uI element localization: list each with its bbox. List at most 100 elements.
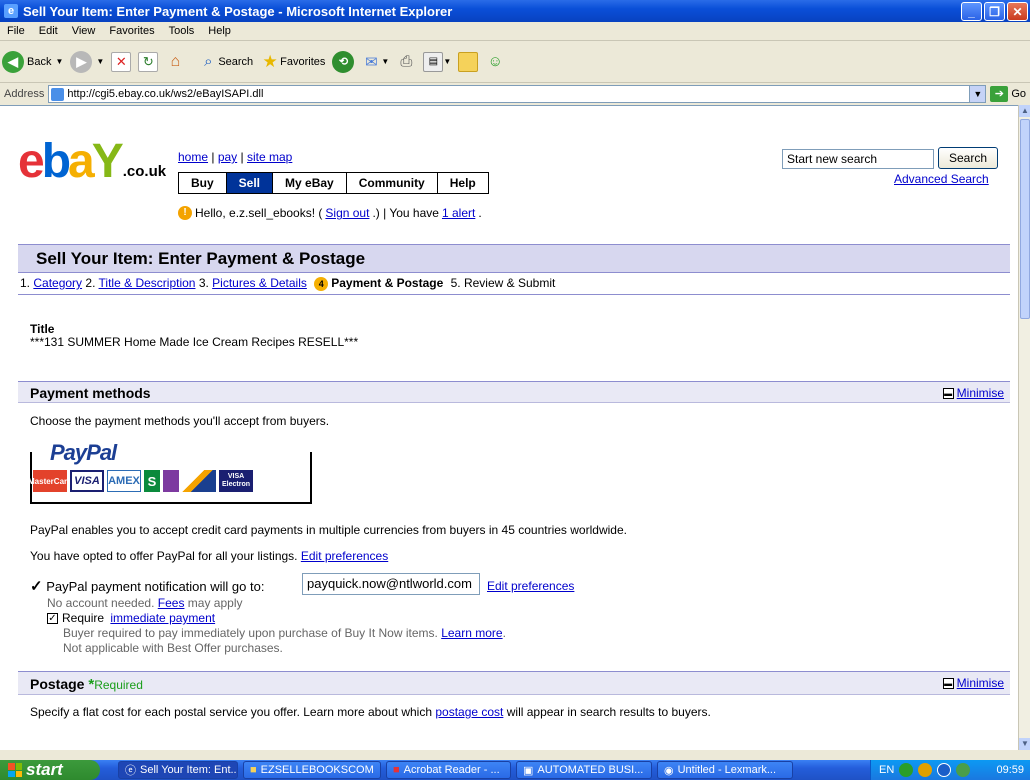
system-tray: EN 09:59	[870, 760, 1030, 780]
tray-icon[interactable]	[937, 763, 952, 777]
maximize-window-button[interactable]: ❐	[984, 2, 1005, 21]
tab-community[interactable]: Community	[346, 173, 438, 193]
minimize-window-button[interactable]: _	[961, 2, 982, 21]
tray-icon[interactable]	[956, 763, 971, 777]
refresh-button[interactable]: ↻	[138, 51, 159, 72]
edit-button[interactable]: ▤ ▼	[423, 51, 451, 72]
go-button[interactable]: ➔ Go	[990, 86, 1030, 102]
fees-link[interactable]: Fees	[158, 596, 185, 610]
edit-preferences-email-link[interactable]: Edit preferences	[487, 579, 574, 593]
page-icon	[51, 87, 65, 101]
back-button[interactable]: ◀ Back ▼	[2, 50, 64, 73]
taskbar-item-lexmark[interactable]: ◉ Untitled - Lexmark...	[657, 761, 793, 779]
required-label: Required	[94, 678, 143, 692]
buyer-required-text: Buyer required to pay immediately upon p…	[63, 626, 438, 640]
postage-cost-link[interactable]: postage cost	[435, 705, 503, 719]
tab-sell[interactable]: Sell	[226, 173, 274, 193]
tab-buy[interactable]: Buy	[179, 173, 227, 193]
scroll-up-icon[interactable]: ▲	[1019, 105, 1030, 117]
require-label: Require	[62, 611, 105, 625]
switch-icon: S	[144, 470, 160, 492]
taskbar-item-acrobat-label: Acrobat Reader - ...	[403, 764, 500, 776]
tray-icon[interactable]	[899, 763, 914, 777]
chevron-down-icon: ▼	[55, 57, 64, 66]
site-map-link[interactable]: site map	[247, 150, 292, 164]
stop-icon: ✕	[111, 51, 132, 72]
pay-link[interactable]: pay	[218, 150, 237, 164]
tab-help[interactable]: Help	[437, 173, 488, 193]
edit-preferences-link[interactable]: Edit preferences	[301, 549, 388, 563]
print-button[interactable]: ⎙	[396, 52, 416, 72]
favorites-button[interactable]: ★ Favorites	[260, 52, 326, 72]
close-window-button[interactable]: ✕	[1007, 2, 1028, 21]
learn-more-link[interactable]: Learn more	[441, 626, 502, 640]
taskbar-item-ie[interactable]: ⓔ Sell Your Item: Ent...	[118, 761, 238, 779]
page-viewport: ebaY .co.uk home | pay | site map Buy Se…	[0, 105, 1018, 750]
window-titlebar[interactable]: e Sell Your Item: Enter Payment & Postag…	[0, 0, 1030, 22]
windows-flag-icon	[8, 763, 22, 777]
payment-methods-heading: Payment methods	[30, 385, 151, 401]
search-submit-button[interactable]: Search	[938, 147, 998, 169]
search-icon: ⌕	[204, 53, 213, 70]
payment-minimise-button[interactable]: ▬ Minimise	[942, 386, 1004, 400]
stop-button[interactable]: ✕	[111, 51, 132, 72]
acrobat-icon: ■	[393, 764, 400, 776]
step-title-description-link[interactable]: Title & Description	[99, 276, 196, 290]
postage-minimise-link[interactable]: Minimise	[957, 676, 1004, 690]
opted-text: You have opted to offer PayPal for all y…	[30, 549, 298, 563]
notify-label: PayPal payment notification will go to:	[46, 579, 265, 594]
tray-icon[interactable]	[918, 763, 933, 777]
step-breadcrumb: 1. Category 2. Title & Description 3. Pi…	[18, 273, 1010, 295]
messenger-button[interactable]: ☺	[485, 52, 505, 72]
history-button[interactable]: ⟲	[332, 50, 355, 73]
mail-button[interactable]: ✉ ▼	[361, 52, 389, 72]
step-category-link[interactable]: Category	[33, 276, 82, 290]
require-immediate-checkbox[interactable]: ✓	[47, 613, 58, 625]
address-dropdown-icon[interactable]: ▼	[969, 86, 986, 102]
payment-minimise-link[interactable]: Minimise	[957, 386, 1004, 400]
menu-view[interactable]: View	[65, 25, 103, 37]
top-links: home | pay | site map	[178, 150, 293, 164]
alert-link[interactable]: 1 alert	[442, 206, 475, 220]
printer-icon: ⎙	[400, 53, 413, 70]
taskbar-item-acrobat[interactable]: ■ Acrobat Reader - ...	[386, 761, 511, 779]
postage-minimise-button[interactable]: ▬ Minimise	[942, 676, 1004, 690]
printer-icon: ◉	[664, 764, 674, 777]
start-button[interactable]: start	[0, 760, 100, 780]
postage-description: Specify a flat cost for each postal serv…	[30, 705, 711, 719]
menu-file[interactable]: File	[0, 25, 32, 37]
home-button[interactable]: ⌂	[165, 52, 185, 72]
folder-icon: ■	[250, 764, 257, 776]
language-indicator[interactable]: EN	[879, 764, 894, 776]
vertical-scrollbar[interactable]: ▲ ▼	[1018, 105, 1030, 750]
menu-help[interactable]: Help	[201, 25, 238, 37]
taskbar-item-word[interactable]: ▣ AUTOMATED BUSI...	[516, 761, 652, 779]
address-input[interactable]: http://cgi5.ebay.co.uk/ws2/eBayISAPI.dll…	[48, 85, 987, 103]
menu-tools[interactable]: Tools	[162, 25, 202, 37]
messenger-icon: ☺	[487, 53, 503, 70]
taskbar-item-folder[interactable]: ■ EZSELLEBOOKSCOM	[243, 761, 381, 779]
back-arrow-icon: ◀	[2, 50, 24, 73]
advanced-search-link[interactable]: Advanced Search	[894, 172, 989, 186]
home-link[interactable]: home	[178, 150, 208, 164]
menu-favorites[interactable]: Favorites	[102, 25, 161, 37]
tab-my-ebay[interactable]: My eBay	[273, 173, 347, 193]
folder-button[interactable]	[458, 51, 479, 72]
item-title-value: ***131 SUMMER Home Made Ice Cream Recipe…	[30, 335, 359, 349]
scroll-down-icon[interactable]: ▼	[1019, 738, 1030, 750]
forward-button[interactable]: ▶ ▼	[70, 50, 104, 73]
scroll-thumb[interactable]	[1020, 119, 1030, 319]
taskbar-item-folder-label: EZSELLEBOOKSCOM	[260, 764, 374, 776]
step-pictures-details-link[interactable]: Pictures & Details	[212, 276, 307, 290]
minimise-icon: ▬	[942, 677, 954, 689]
search-input[interactable]: Start new search	[782, 149, 934, 169]
menu-edit[interactable]: Edit	[32, 25, 65, 37]
immediate-payment-link[interactable]: immediate payment	[110, 611, 215, 625]
go-arrow-icon: ➔	[990, 86, 1009, 102]
ebay-logo[interactable]: ebaY .co.uk	[18, 138, 166, 186]
search-button[interactable]: ⌕ Search	[198, 52, 253, 72]
paypal-email-input[interactable]: payquick.now@ntlworld.com	[302, 573, 480, 595]
payment-intro: Choose the payment methods you'll accept…	[30, 414, 330, 428]
ebay-header: ebaY .co.uk home | pay | site map Buy Se…	[18, 106, 1010, 220]
sign-out-link[interactable]: Sign out	[325, 206, 369, 220]
